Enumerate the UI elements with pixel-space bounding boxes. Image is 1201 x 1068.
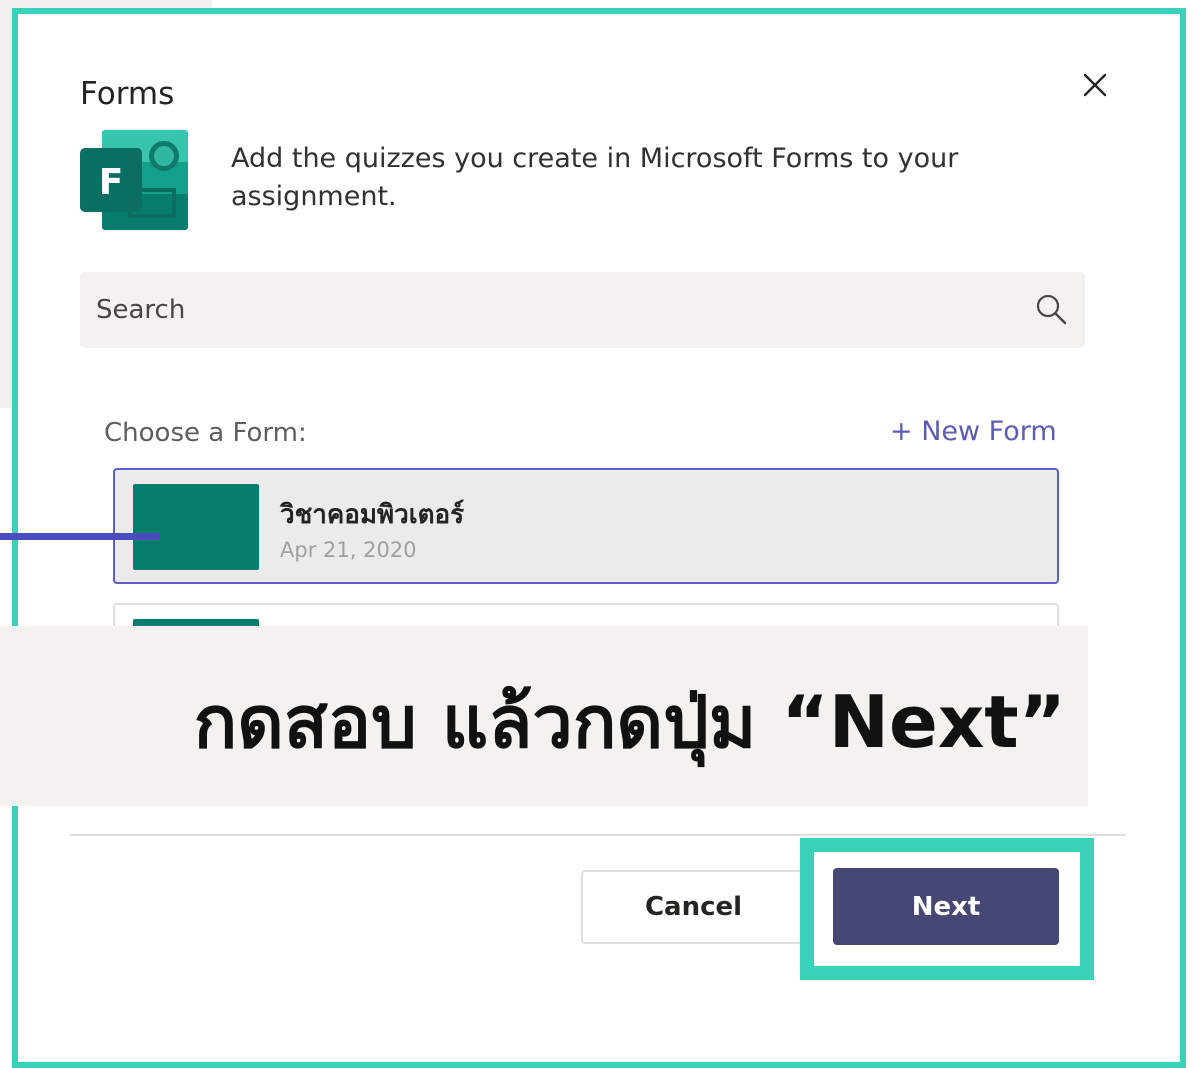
forms-logo-letter: F	[99, 162, 124, 203]
search-icon[interactable]	[1032, 291, 1070, 329]
pointer-line	[0, 533, 160, 540]
instruction-banner: กดสอบ แล้วกดปุ่ม “Next”	[0, 626, 1088, 806]
form-list-item[interactable]: วิชาคอมพิวเตอร์ Apr 21, 2020	[113, 468, 1059, 584]
form-thumbnail	[133, 484, 259, 570]
close-icon	[1083, 73, 1107, 97]
dialog-description: Add the quizzes you create in Microsoft …	[231, 143, 959, 212]
search-box	[80, 272, 1085, 348]
search-input[interactable]	[96, 272, 996, 348]
cancel-button[interactable]: Cancel	[581, 870, 806, 944]
form-date: Apr 21, 2020	[280, 538, 417, 562]
instruction-banner-text: กดสอบ แล้วกดปุ่ม “Next”	[193, 680, 1066, 764]
next-button[interactable]: Next	[833, 868, 1059, 945]
footer-divider	[70, 834, 1126, 836]
new-form-link[interactable]: + New Form	[890, 416, 1057, 447]
close-button[interactable]	[1078, 68, 1112, 102]
form-name: วิชาคอมพิวเตอร์	[280, 500, 465, 530]
choose-form-label: Choose a Form:	[104, 418, 307, 448]
microsoft-forms-logo: F	[78, 128, 190, 232]
dialog-title: Forms	[80, 76, 175, 112]
